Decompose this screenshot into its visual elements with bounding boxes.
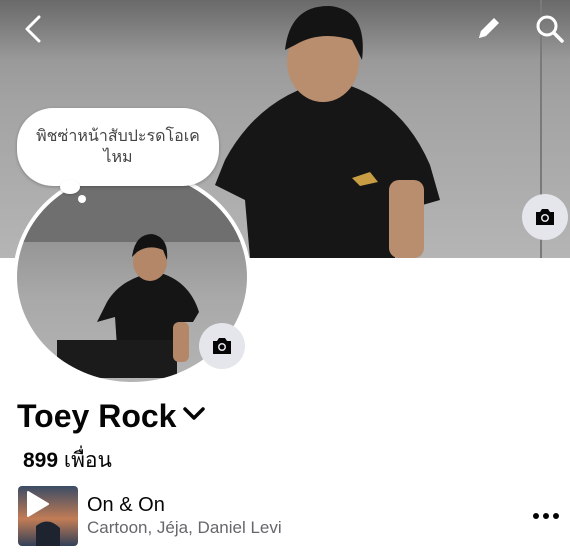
profile-name: Toey Rock xyxy=(17,398,177,434)
account-switcher-button[interactable] xyxy=(182,405,206,428)
more-dot xyxy=(543,513,549,519)
camera-icon xyxy=(213,338,231,354)
friends-label: เพื่อน xyxy=(63,449,112,472)
more-dot xyxy=(553,513,559,519)
friends-count: 899 xyxy=(23,449,59,472)
avatar-camera-button[interactable] xyxy=(199,323,245,369)
camera-icon xyxy=(536,209,554,225)
friends-count-link[interactable]: 899 เพื่อน xyxy=(23,444,112,477)
profile-note-bubble[interactable]: พิชซ่าหน้าสับปะรดโอเค ไหม xyxy=(17,108,219,186)
cover-camera-button[interactable] xyxy=(522,194,568,240)
music-title[interactable]: On & On xyxy=(87,494,165,517)
music-artists: Cartoon, Jéja, Daniel Levi xyxy=(87,518,282,537)
note-bubble-tail xyxy=(60,180,80,194)
more-dot xyxy=(533,513,539,519)
chevron-down-icon xyxy=(183,407,205,420)
profile-note-text: พิชซ่าหน้าสับปะรดโอเค ไหม xyxy=(36,128,200,166)
music-album-art[interactable] xyxy=(18,486,78,546)
play-icon xyxy=(27,491,60,546)
pencil-icon xyxy=(479,18,499,38)
back-button[interactable] xyxy=(20,14,46,44)
search-icon xyxy=(536,15,564,43)
back-icon xyxy=(25,15,41,43)
note-bubble-tail-small xyxy=(78,195,86,203)
edit-button[interactable] xyxy=(474,12,504,44)
more-options-button[interactable] xyxy=(533,510,563,522)
search-button[interactable] xyxy=(533,12,567,46)
